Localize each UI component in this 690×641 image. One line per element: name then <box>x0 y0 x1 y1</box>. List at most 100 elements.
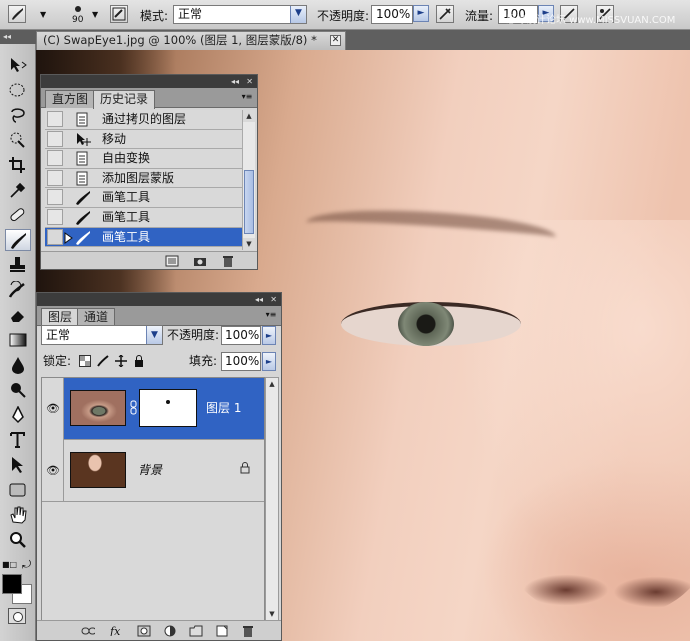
new-layer-icon[interactable] <box>215 625 229 637</box>
lasso-tool[interactable] <box>5 104 31 126</box>
eraser-tool[interactable] <box>5 304 31 326</box>
healing-brush-tool[interactable] <box>5 204 31 226</box>
history-snapshot-checkbox[interactable] <box>47 150 63 167</box>
brush-tool-preset-picker[interactable] <box>8 5 26 23</box>
foreground-color-swatch[interactable] <box>2 574 22 594</box>
lock-row: 锁定: 填充: 100% ► <box>41 351 279 373</box>
hand-tool[interactable] <box>5 504 31 526</box>
collapse-panel-icon[interactable]: ◂◂ <box>231 76 239 87</box>
mask-link-icon[interactable] <box>130 400 138 416</box>
mode-dropdown-arrow[interactable]: ▼ <box>290 6 306 23</box>
airbrush-toggle-button[interactable] <box>436 5 454 23</box>
mode-select[interactable]: 正常 ▼ <box>173 5 307 24</box>
path-selection-tool[interactable] <box>5 454 31 476</box>
delete-layer-icon[interactable] <box>241 625 255 637</box>
layer-thumbnail[interactable] <box>70 390 126 426</box>
tab-histogram[interactable]: 直方图 <box>45 90 96 108</box>
layer-row-layer1[interactable]: 👁 图层 1 <box>42 378 264 440</box>
history-item[interactable]: 自由变换 <box>45 149 242 169</box>
adjustment-layer-icon[interactable] <box>163 625 177 637</box>
delete-state-icon[interactable] <box>221 255 235 267</box>
type-tool[interactable] <box>5 429 31 451</box>
history-snapshot-checkbox[interactable] <box>47 130 63 147</box>
layers-panel-titlebar[interactable]: ◂◂ ✕ <box>37 293 281 306</box>
layer-row-background[interactable]: 👁 背景 <box>42 440 264 502</box>
history-item-selected[interactable]: 画笔工具 <box>45 227 242 248</box>
history-item[interactable]: 通过拷贝的图层 <box>45 110 242 130</box>
add-layer-mask-icon[interactable] <box>137 625 151 637</box>
lock-image-pixels-icon[interactable] <box>97 355 109 367</box>
quick-selection-tool[interactable] <box>5 129 31 151</box>
close-document-icon[interactable]: ✕ <box>330 35 341 46</box>
tools-panel-grip[interactable]: ◂◂ <box>0 30 36 44</box>
history-brush-tool[interactable] <box>5 279 31 301</box>
layers-scrollbar[interactable]: ▲ ▼ <box>265 377 279 621</box>
history-item[interactable]: 添加图层蒙版 <box>45 168 242 189</box>
pen-tool[interactable] <box>5 404 31 426</box>
collapse-panel-icon[interactable]: ◂◂ <box>255 294 263 305</box>
layer-name[interactable]: 图层 1 <box>206 398 241 418</box>
blur-tool[interactable] <box>5 354 31 376</box>
history-snapshot-checkbox[interactable] <box>47 228 63 245</box>
eyedropper-tool[interactable] <box>5 179 31 201</box>
history-item[interactable]: 画笔工具 <box>45 188 242 208</box>
blend-mode-dropdown-arrow[interactable]: ▼ <box>146 326 162 344</box>
history-panel-titlebar[interactable]: ◂◂ ✕ <box>41 75 257 88</box>
swap-colors-icon[interactable]: ⤾ <box>22 558 31 572</box>
new-document-from-state-icon[interactable] <box>165 255 179 267</box>
blend-mode-select[interactable]: 正常 ▼ <box>41 325 163 345</box>
brush-panel-toggle-button[interactable] <box>110 5 128 23</box>
tab-channels[interactable]: 通道 <box>77 308 116 326</box>
gradient-tool[interactable] <box>5 329 31 351</box>
lock-position-icon[interactable] <box>115 355 127 367</box>
layer-opacity-input[interactable]: 100% <box>221 326 261 345</box>
scroll-down-icon[interactable]: ▼ <box>243 238 255 250</box>
brush-tool[interactable] <box>5 229 31 251</box>
history-scrollbar[interactable]: ▲ ▼ <box>242 110 255 250</box>
lock-all-icon[interactable] <box>133 355 145 367</box>
clone-stamp-tool[interactable] <box>5 254 31 276</box>
history-scroll-thumb[interactable] <box>244 170 254 234</box>
panel-menu-icon[interactable]: ▾≡ <box>265 310 277 320</box>
default-colors-icon[interactable]: ■□ <box>2 560 17 569</box>
crop-tool[interactable] <box>5 154 31 176</box>
document-tab[interactable]: (C) SwapEye1.jpg @ 100% (图层 1, 图层蒙版/8) *… <box>36 31 346 50</box>
fill-slider-button[interactable]: ► <box>262 352 276 371</box>
zoom-tool[interactable] <box>5 529 31 551</box>
opacity-input[interactable]: 100% <box>371 5 413 24</box>
link-layers-icon[interactable] <box>81 625 95 637</box>
lock-transparent-pixels-icon[interactable] <box>79 355 91 367</box>
brush-size-dropdown-arrow[interactable]: ▼ <box>92 10 98 19</box>
history-snapshot-checkbox[interactable] <box>47 209 63 225</box>
opacity-slider-button[interactable]: ► <box>413 5 429 22</box>
move-tool[interactable] <box>5 54 31 76</box>
close-panel-icon[interactable]: ✕ <box>270 294 277 305</box>
layer-name[interactable]: 背景 <box>138 460 162 480</box>
history-snapshot-checkbox[interactable] <box>47 169 63 186</box>
tab-history[interactable]: 历史记录 <box>93 90 156 109</box>
scroll-down-icon[interactable]: ▼ <box>266 608 278 620</box>
layer-opacity-slider-button[interactable]: ► <box>262 326 276 345</box>
history-snapshot-checkbox[interactable] <box>47 189 63 206</box>
marquee-tool[interactable] <box>5 79 31 101</box>
quick-mask-button[interactable] <box>8 608 26 624</box>
history-item[interactable]: 移动 <box>45 129 242 150</box>
create-snapshot-icon[interactable] <box>193 255 207 267</box>
shape-tool[interactable] <box>5 479 31 501</box>
scroll-up-icon[interactable]: ▲ <box>243 110 255 122</box>
layer-visibility-toggle[interactable]: 👁 <box>42 440 64 502</box>
panel-menu-icon[interactable]: ▾≡ <box>241 92 253 102</box>
preset-dropdown-arrow[interactable]: ▼ <box>40 10 46 19</box>
layer-thumbnail[interactable] <box>70 452 126 488</box>
history-snapshot-checkbox[interactable] <box>47 111 63 127</box>
close-panel-icon[interactable]: ✕ <box>246 76 253 87</box>
dodge-tool[interactable] <box>5 379 31 401</box>
scroll-up-icon[interactable]: ▲ <box>266 378 278 390</box>
new-group-icon[interactable] <box>189 625 203 637</box>
layer-mask-thumbnail[interactable] <box>139 389 197 427</box>
layer-style-icon[interactable]: fx <box>109 624 123 636</box>
fill-input[interactable]: 100% <box>221 352 261 371</box>
history-item[interactable]: 画笔工具 <box>45 208 242 228</box>
layer-visibility-toggle[interactable]: 👁 <box>42 378 64 440</box>
crop-tool-icon <box>9 157 25 173</box>
